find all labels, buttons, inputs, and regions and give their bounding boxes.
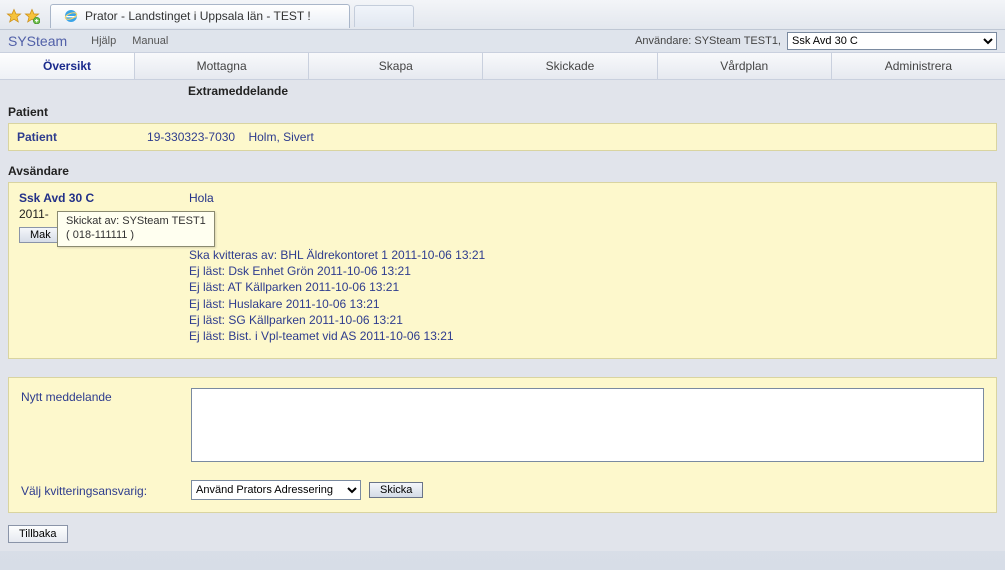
new-message-textarea[interactable] bbox=[191, 388, 984, 462]
user-label: Användare: SYSteam TEST1, bbox=[635, 35, 781, 47]
sender-section-label: Avsändare bbox=[8, 161, 997, 182]
patient-name: Holm, Sivert bbox=[248, 130, 313, 144]
tooltip-line-1: Skickat av: SYSteam TEST1 bbox=[66, 215, 206, 229]
mak-button[interactable]: Mak bbox=[19, 227, 62, 243]
compose-panel: Nytt meddelande Välj kvitteringsansvarig… bbox=[8, 377, 997, 513]
tab-careplan[interactable]: Vårdplan bbox=[658, 53, 832, 79]
sender-message: Hola bbox=[189, 191, 986, 205]
tab-admin[interactable]: Administrera bbox=[832, 53, 1005, 79]
tooltip-line-2: ( 018-111111 ) bbox=[66, 229, 206, 243]
patient-panel: Patient 19-330323-7030 Holm, Sivert bbox=[8, 123, 997, 151]
app-header: SYSteam Hjälp Manual Användare: SYSteam … bbox=[0, 30, 1005, 52]
main-tabs: Översikt Mottagna Skapa Skickade Vårdpla… bbox=[0, 52, 1005, 80]
browser-fav-controls bbox=[6, 8, 40, 24]
browser-tab-bar: Prator - Landstinget i Uppsala län - TES… bbox=[0, 0, 1005, 30]
subheading: Extrameddelande bbox=[188, 80, 997, 102]
favorites-icon[interactable] bbox=[6, 8, 22, 24]
help-link[interactable]: Hjälp bbox=[91, 35, 116, 47]
sender-panel: Ssk Avd 30 C 2011- Mak Skickat av: SYSte… bbox=[8, 182, 997, 359]
patient-key: Patient bbox=[17, 130, 57, 144]
new-message-label: Nytt meddelande bbox=[21, 388, 191, 404]
tab-sent[interactable]: Skickade bbox=[483, 53, 657, 79]
send-button[interactable]: Skicka bbox=[369, 482, 423, 498]
tab-received[interactable]: Mottagna bbox=[135, 53, 309, 79]
back-button[interactable]: Tillbaka bbox=[8, 525, 68, 543]
receipt-line: Ska kvitteras av: BHL Äldrekontoret 1 20… bbox=[189, 247, 986, 263]
receipt-line: Ej läst: Bist. i Vpl-teamet vid AS 2011-… bbox=[189, 328, 986, 344]
location-select[interactable]: Ssk Avd 30 C bbox=[787, 32, 997, 50]
patient-id: 19-330323-7030 bbox=[147, 130, 235, 144]
tab-overview[interactable]: Översikt bbox=[0, 53, 135, 79]
browser-new-tab[interactable] bbox=[354, 5, 414, 27]
ie-icon bbox=[63, 8, 79, 24]
receipt-line: Ej läst: Huslakare 2011-10-06 13:21 bbox=[189, 296, 986, 312]
tab-create[interactable]: Skapa bbox=[309, 53, 483, 79]
browser-tab-title: Prator - Landstinget i Uppsala län - TES… bbox=[85, 9, 311, 23]
responsible-label: Välj kvitteringsansvarig: bbox=[21, 482, 191, 498]
add-favorite-icon[interactable] bbox=[24, 8, 40, 24]
manual-link[interactable]: Manual bbox=[132, 35, 168, 47]
receipt-line: Ej läst: AT Källparken 2011-10-06 13:21 bbox=[189, 279, 986, 295]
sender-tooltip: Skickat av: SYSteam TEST1 ( 018-111111 ) bbox=[57, 211, 215, 247]
receipt-line: Ej läst: Dsk Enhet Grön 2011-10-06 13:21 bbox=[189, 263, 986, 279]
header-links: Hjälp Manual bbox=[91, 35, 168, 47]
receipt-line: Ej läst: SG Källparken 2011-10-06 13:21 bbox=[189, 312, 986, 328]
addressing-select[interactable]: Använd Prators Adressering bbox=[191, 480, 361, 500]
patient-section-label: Patient bbox=[8, 102, 997, 123]
sender-name: Ssk Avd 30 C bbox=[19, 191, 189, 205]
brand-label: SYSteam bbox=[8, 33, 67, 49]
browser-tab-active[interactable]: Prator - Landstinget i Uppsala län - TES… bbox=[50, 4, 350, 28]
